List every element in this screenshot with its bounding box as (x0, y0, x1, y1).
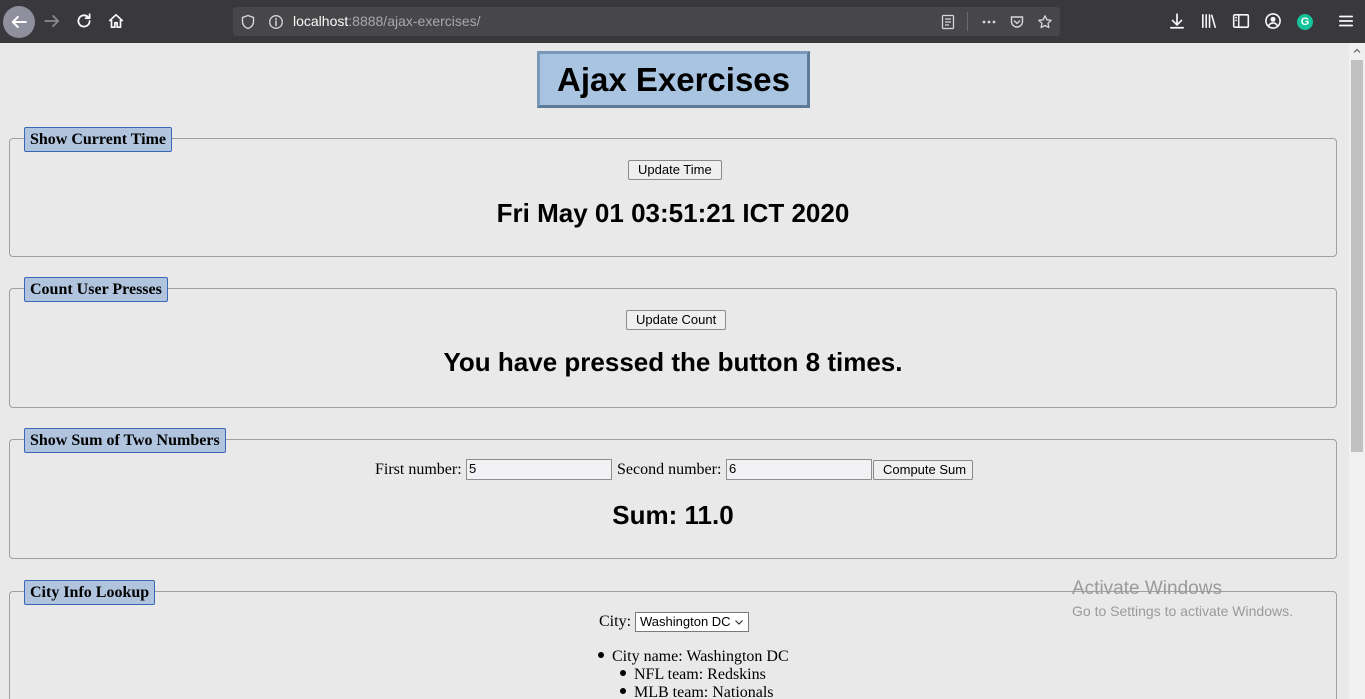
back-icon (11, 15, 27, 29)
count-section: Count User Presses Update Count You have… (9, 277, 1337, 408)
grammarly-icon[interactable]: G (1297, 14, 1313, 30)
time-section: Show Current Time Update Time Fri May 01… (9, 127, 1337, 257)
url-text[interactable]: localhost:8888/ajax-exercises/ (293, 13, 481, 29)
reader-icon[interactable] (939, 13, 957, 31)
nfl-team-text: NFL team: Redskins (634, 666, 766, 683)
download-button[interactable] (1162, 6, 1192, 36)
sidebar-button[interactable] (1226, 6, 1256, 36)
browser-toolbar: localhost:8888/ajax-exercises/ G (0, 0, 1365, 43)
pocket-icon[interactable] (1008, 13, 1026, 31)
library-button[interactable] (1194, 6, 1224, 36)
nfl-team-item: NFL team: Redskins (620, 666, 766, 684)
star-icon[interactable] (1036, 13, 1054, 31)
account-button[interactable] (1258, 6, 1288, 36)
watermark-subtitle: Go to Settings to activate Windows. (1072, 603, 1293, 619)
account-icon (1265, 13, 1281, 29)
forward-button[interactable] (37, 6, 67, 36)
bullet-icon (620, 688, 626, 695)
mlb-team-text: MLB team: Nationals (634, 684, 774, 699)
city-label: City: (599, 613, 632, 630)
update-count-button[interactable]: Update Count (626, 310, 727, 330)
current-time-result: Fri May 01 03:51:21 ICT 2020 (496, 198, 850, 228)
city-section-legend: City Info Lookup (24, 580, 156, 605)
page-title: Ajax Exercises (537, 51, 810, 108)
time-section-legend: Show Current Time (24, 127, 173, 152)
download-icon (1169, 13, 1185, 29)
second-number-label: Second number: (617, 461, 722, 478)
scroll-up-icon[interactable] (1349, 43, 1365, 59)
scrollbar-thumb[interactable] (1351, 60, 1363, 452)
url-separator (967, 12, 968, 31)
home-icon (108, 13, 124, 29)
sum-section-legend: Show Sum of Two Numbers (24, 428, 226, 453)
home-button[interactable] (101, 6, 131, 36)
library-icon (1202, 14, 1216, 28)
city-name-text: City name: Washington DC (612, 648, 789, 665)
city-select-value: Washington DC (640, 614, 731, 629)
sum-result: Sum: 11.0 (612, 500, 734, 530)
info-icon[interactable] (267, 13, 285, 31)
menu-button[interactable] (1331, 6, 1361, 36)
url-path: :8888/ajax-exercises/ (348, 13, 481, 29)
reload-icon (77, 13, 91, 28)
count-section-legend: Count User Presses (24, 277, 168, 302)
reload-button[interactable] (69, 6, 99, 36)
shield-icon[interactable] (239, 13, 257, 31)
back-button[interactable] (3, 6, 35, 38)
press-count-result: You have pressed the button 8 times. (443, 347, 903, 377)
more-icon[interactable] (980, 13, 998, 31)
city-name-item: City name: Washington DC (598, 648, 789, 666)
second-number-input[interactable]: 6 (726, 459, 872, 480)
url-host: localhost (293, 13, 349, 29)
menu-icon (1338, 15, 1354, 27)
activate-windows-watermark: Activate Windows Go to Settings to activ… (1072, 578, 1293, 619)
first-number-input[interactable]: 5 (466, 459, 612, 480)
page-scrollbar[interactable] (1349, 43, 1365, 699)
update-time-button[interactable]: Update Time (628, 160, 722, 180)
chevron-down-icon (735, 620, 743, 625)
first-number-label: First number: (375, 461, 462, 478)
watermark-title: Activate Windows (1072, 578, 1222, 599)
city-select[interactable]: Washington DC (635, 612, 749, 632)
forward-icon (44, 15, 60, 27)
bullet-icon (620, 670, 626, 677)
bullet-icon (598, 652, 604, 659)
mlb-team-item: MLB team: Nationals (620, 684, 774, 699)
compute-sum-button[interactable]: Compute Sum (873, 460, 973, 480)
sidebar-icon (1232, 14, 1250, 28)
url-bar[interactable]: localhost:8888/ajax-exercises/ (233, 7, 1060, 36)
sum-section: Show Sum of Two Numbers First number: 5 … (9, 428, 1337, 559)
